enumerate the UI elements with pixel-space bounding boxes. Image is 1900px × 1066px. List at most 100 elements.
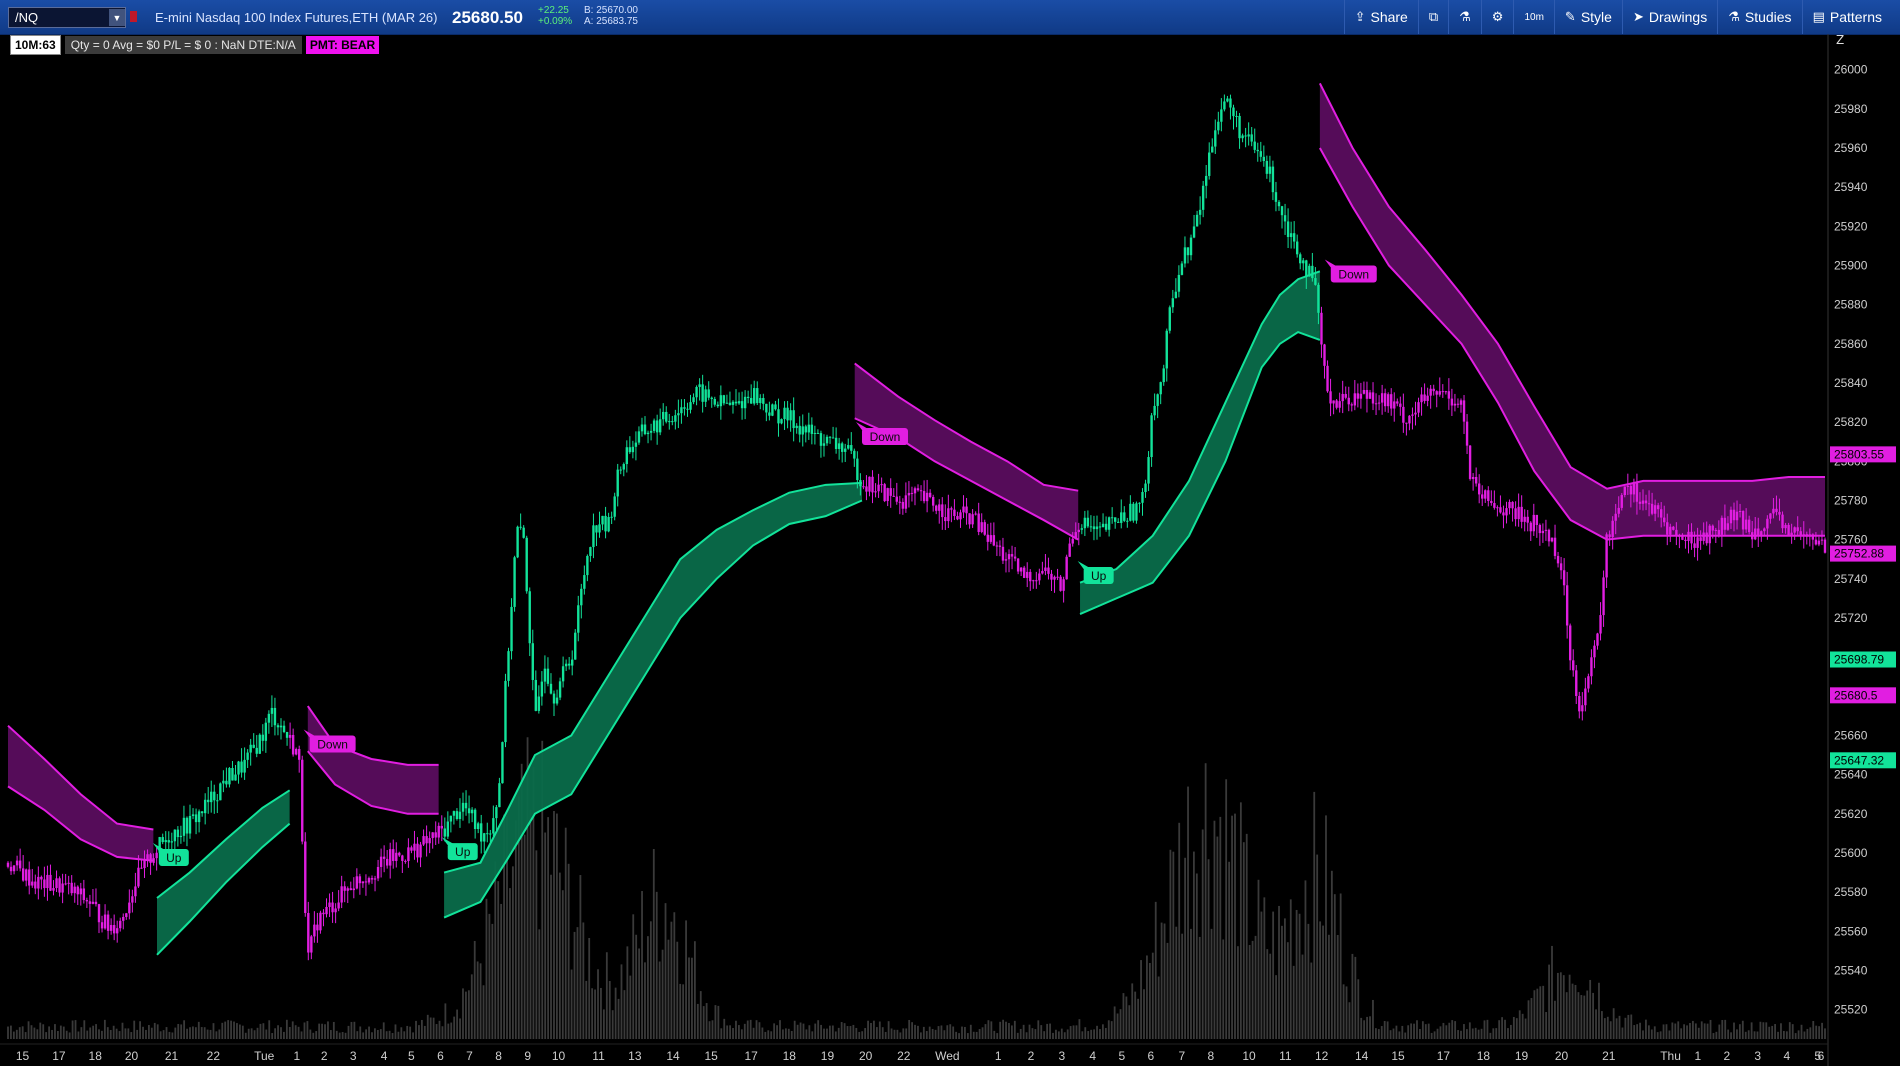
candle-body (652, 420, 656, 431)
candle-body (1171, 298, 1175, 308)
flask-button[interactable]: ⚗ (1448, 0, 1481, 34)
candle-body (753, 388, 756, 404)
symbol-input[interactable]: /NQ ▼ (8, 7, 126, 28)
candle-body (1666, 522, 1669, 535)
candle-body (950, 508, 953, 510)
volume-bar (1633, 1025, 1636, 1039)
candle-body (467, 808, 471, 814)
candle-body (519, 526, 522, 528)
link-indicator-icon[interactable] (130, 11, 137, 22)
candle-body (1547, 529, 1551, 542)
volume-bar (928, 1026, 931, 1039)
candle-body (361, 881, 365, 884)
volume-bar (743, 1023, 746, 1039)
candle-body (106, 914, 110, 931)
candle-body (734, 401, 738, 404)
volume-bar (368, 1026, 370, 1039)
volume-bar (1536, 988, 1539, 1039)
x-tick-label: Thu (1660, 1049, 1681, 1063)
volume-bar (550, 874, 552, 1039)
volume-bar (843, 1023, 846, 1039)
candle-body (437, 825, 440, 838)
drawings-button[interactable]: ➤ Drawings (1621, 0, 1717, 34)
candle-body (1062, 579, 1065, 591)
candle-body (416, 843, 419, 858)
patterns-button[interactable]: ▤ Patterns (1801, 0, 1892, 34)
candle-body (301, 759, 304, 842)
candle-body (965, 506, 968, 514)
x-tick-label: 15 (1391, 1049, 1405, 1063)
share-button[interactable]: ⇪ Share (1343, 0, 1418, 34)
candle-body (922, 491, 926, 502)
y-tick-label: 25540 (1834, 963, 1868, 977)
volume-bar (1410, 1023, 1413, 1039)
volume-bar (1727, 1029, 1730, 1039)
candle-body (819, 433, 823, 446)
volume-bar (83, 1020, 86, 1039)
volume-bar (277, 1025, 279, 1039)
patterns-icon: ▤ (1812, 9, 1825, 24)
candle-body (880, 484, 883, 486)
volume-bar (523, 834, 526, 1039)
candle-body (1538, 524, 1542, 534)
volume-bar (978, 1029, 981, 1039)
volume-bar (1178, 822, 1181, 1039)
candle-body (683, 407, 686, 409)
candle-body (255, 747, 258, 754)
timeframe-button[interactable]: 10m (1513, 0, 1553, 34)
volume-bar (770, 1031, 773, 1039)
candle-body (513, 557, 516, 607)
volume-bar (576, 927, 579, 1039)
volume-bar (350, 1021, 353, 1039)
volume-bar (1421, 1021, 1424, 1039)
volume-bar (1512, 1016, 1515, 1039)
candle-body (1608, 534, 1611, 538)
volume-bar (1762, 1022, 1765, 1039)
x-tick-label: 6 (1148, 1049, 1155, 1063)
volume-bar (793, 1020, 796, 1039)
volume-bar (491, 923, 494, 1039)
candle-body (953, 509, 956, 517)
candle-body (285, 732, 289, 738)
flask-icon: ⚗ (1459, 9, 1471, 24)
volume-bar (1055, 1029, 1057, 1039)
style-button[interactable]: ✎ Style (1553, 0, 1622, 34)
volume-bar (626, 946, 629, 1039)
detach-button[interactable]: ⧉ (1417, 0, 1448, 34)
candle-body (1089, 526, 1093, 528)
candle-body (1004, 559, 1008, 561)
y-tick-label: 25940 (1834, 180, 1868, 194)
volume-bar (183, 1020, 186, 1039)
volume-bar (115, 1028, 118, 1039)
price-chart[interactable]: UpDownUpDownUpDown2552025540255602558025… (0, 34, 1900, 1066)
volume-bar (509, 888, 511, 1039)
candle-body (1775, 508, 1778, 512)
x-tick-label: Wed (935, 1049, 959, 1063)
candle-body (404, 860, 407, 862)
candle-body (531, 643, 534, 680)
settings-button[interactable]: ⚙ (1480, 0, 1514, 34)
candle-body (662, 411, 665, 420)
volume-bar (1283, 918, 1286, 1039)
candle-body (731, 401, 735, 405)
detach-icon: ⧉ (1428, 9, 1439, 24)
candle-body (370, 878, 374, 880)
volume-bar (861, 1031, 864, 1039)
volume-bar (192, 1026, 194, 1039)
volume-bar (415, 1020, 417, 1039)
y-tick-label: 25740 (1834, 572, 1868, 586)
candle-body (756, 388, 759, 404)
studies-button[interactable]: ⚗ Studies (1717, 0, 1801, 34)
volume-bar (1339, 893, 1342, 1039)
candle-body (992, 535, 996, 546)
chevron-down-icon[interactable]: ▼ (109, 9, 125, 26)
candle-body (431, 832, 434, 839)
candle-body (140, 867, 143, 869)
volume-bar (200, 1027, 203, 1039)
volume-bar (1630, 1014, 1633, 1039)
volume-bar (553, 811, 555, 1039)
volume-bar (726, 1025, 729, 1039)
price-change: +22.25 +0.09% (538, 5, 572, 27)
volume-bar (68, 1032, 71, 1039)
candle-body (1292, 233, 1296, 242)
